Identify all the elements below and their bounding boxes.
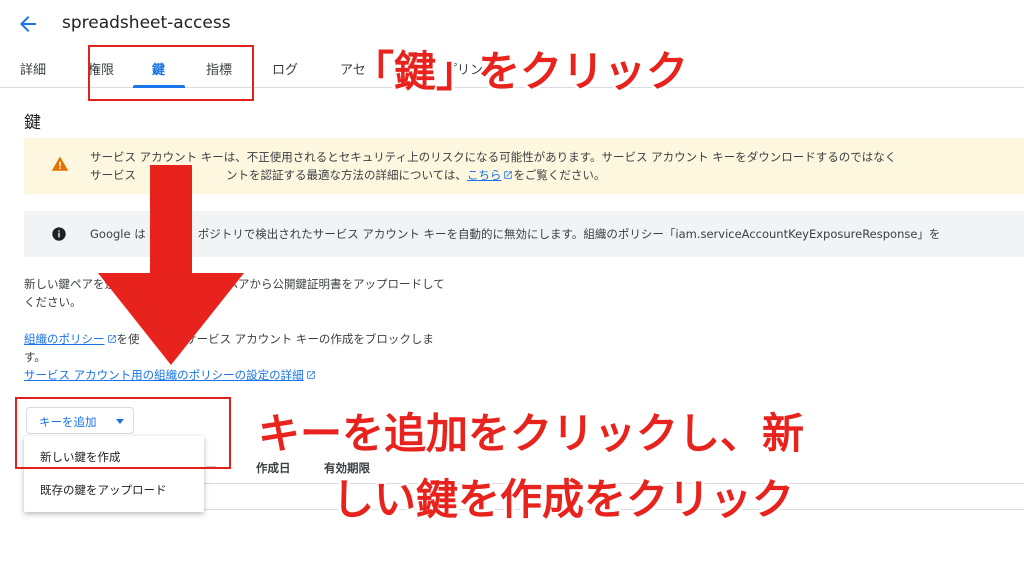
menu-item-upload-existing-key[interactable]: 既存の鍵をアップロード bbox=[40, 482, 167, 498]
highlight-box-keys-tab bbox=[88, 45, 254, 101]
tab-logs[interactable]: ログ bbox=[272, 59, 298, 78]
highlight-box-add-key bbox=[15, 397, 231, 469]
back-arrow-icon[interactable] bbox=[16, 12, 40, 36]
info-text-end: ポジトリで検出されたサービス アカウント キーを自動的に無効にします。組織のポリ… bbox=[197, 227, 941, 241]
warning-icon bbox=[51, 156, 69, 171]
section-title: 鍵 bbox=[24, 113, 41, 133]
org-policy-link[interactable]: 組織のポリシー bbox=[24, 332, 105, 346]
info-icon bbox=[52, 227, 66, 241]
external-link-icon bbox=[306, 371, 315, 379]
annotation-add-key-line-2: しい鍵を作成をクリック bbox=[332, 475, 795, 524]
annotation-add-key-line-1: キーを追加をクリックし、新 bbox=[258, 409, 805, 458]
tab-details[interactable]: 詳細 bbox=[20, 59, 46, 78]
page-title: spreadsheet-access bbox=[62, 13, 231, 33]
warning-line-2-end: をご覧ください。 bbox=[513, 168, 606, 182]
annotation-click-keys: 「鍵」をクリック bbox=[352, 47, 689, 96]
external-link-icon bbox=[504, 171, 513, 179]
red-down-arrow bbox=[98, 165, 244, 365]
policy-details-link-row: サービス アカウント用の組織のポリシーの設定の詳細 bbox=[24, 366, 434, 384]
warning-line-2-middle: ントを認証する最適な方法の詳細については、 bbox=[226, 168, 467, 182]
policy-details-link[interactable]: サービス アカウント用の組織のポリシーの設定の詳細 bbox=[24, 368, 304, 382]
warning-line-1: サービス アカウント キーは、不正使用されるとセキュリティ上のリスクになる可能性… bbox=[90, 150, 897, 164]
here-link[interactable]: こちら bbox=[467, 168, 502, 182]
column-created: 作成日 bbox=[256, 461, 291, 475]
